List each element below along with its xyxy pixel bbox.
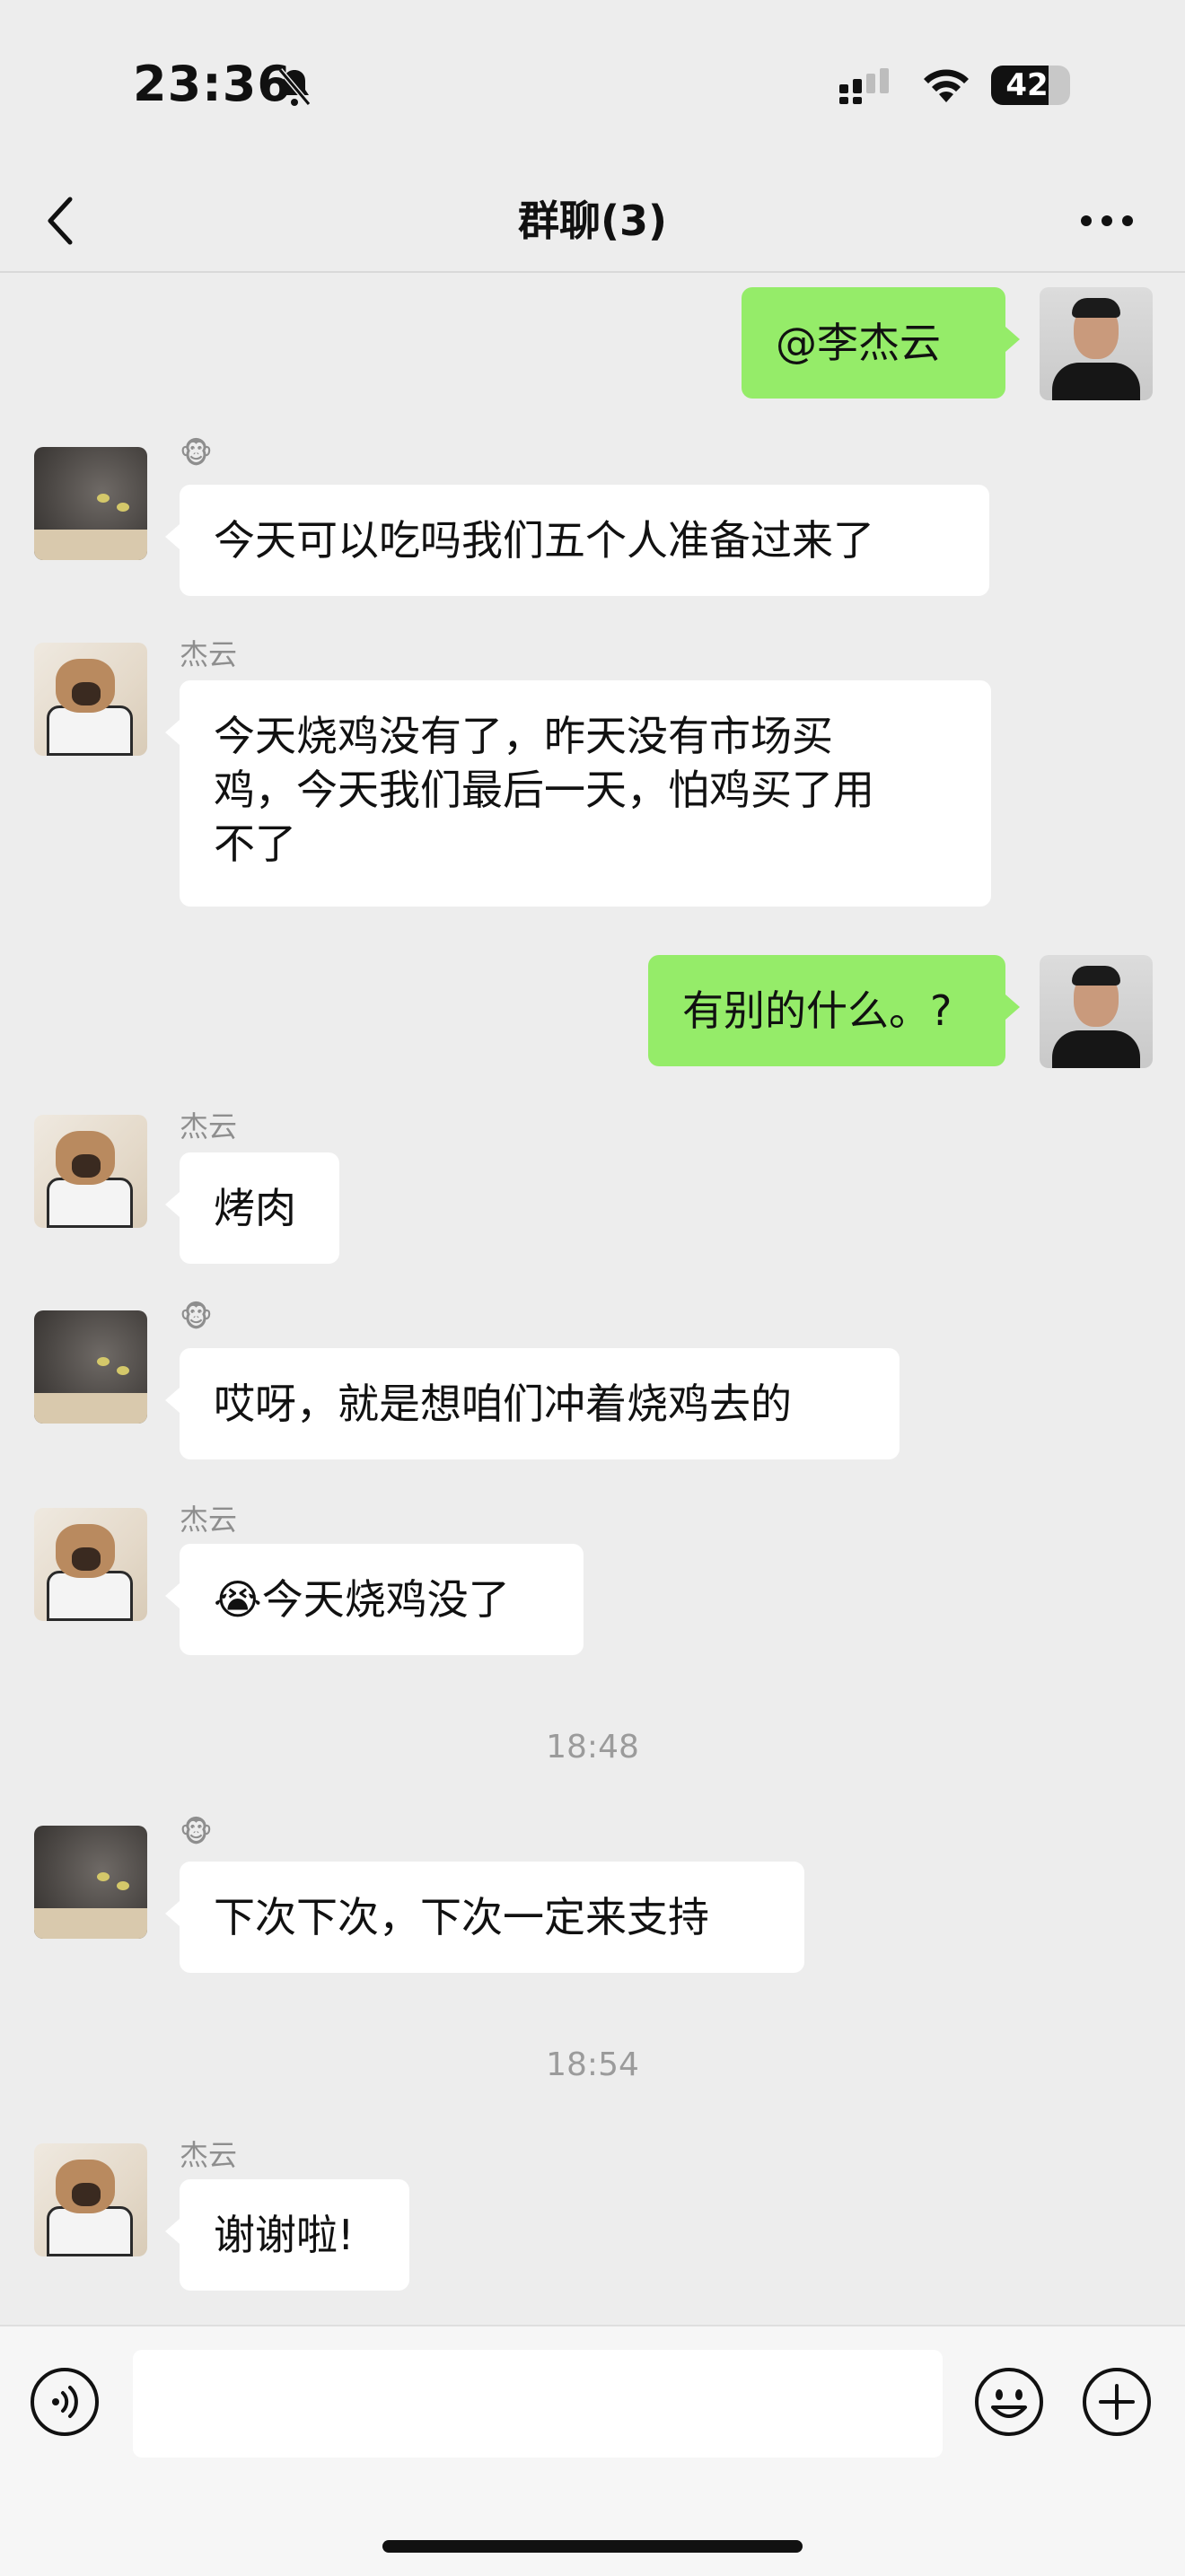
member-avatar-cat[interactable] <box>34 1310 147 1424</box>
message-bubble[interactable]: 今天烧鸡没有了，昨天没有市场买 鸡，今天我们最后一天，怕鸡买了用 不了 <box>165 680 991 907</box>
member-avatar-dog[interactable] <box>34 2143 147 2256</box>
message-bubble[interactable]: @李杰云 <box>742 287 1020 399</box>
status-bar: 23:36 42 <box>0 0 1185 171</box>
message-input[interactable] <box>133 2350 943 2458</box>
sender-name: 杰云 <box>180 1109 238 1143</box>
more-dots-icon[interactable] <box>1075 194 1138 248</box>
sender-name: 杰云 <box>180 1503 238 1537</box>
bell-slash-icon <box>277 68 312 106</box>
home-indicator <box>382 2540 803 2553</box>
wifi-icon <box>924 69 969 102</box>
timestamp: 18:54 <box>546 2046 639 2083</box>
member-avatar-cat[interactable] <box>34 447 147 560</box>
message-bubble[interactable]: 哎呀，就是想咱们冲着烧鸡去的 <box>165 1348 900 1459</box>
signal-icon <box>839 68 889 104</box>
self-avatar[interactable] <box>1040 955 1153 1068</box>
sender-name: 🐵 <box>180 436 213 470</box>
member-avatar-dog[interactable] <box>34 1508 147 1621</box>
chat-header: 群聊(3) <box>0 171 1185 273</box>
member-avatar-dog[interactable] <box>34 1115 147 1228</box>
voice-icon[interactable] <box>29 2366 101 2438</box>
plus-icon[interactable] <box>1081 2366 1153 2438</box>
status-time: 23:36 <box>133 56 292 112</box>
chat-title: 群聊(3) <box>517 197 668 245</box>
battery-indicator: 42 <box>991 66 1070 105</box>
message-bubble[interactable]: 下次下次，下次一定来支持 <box>165 1862 804 1973</box>
timestamp: 18:48 <box>546 1729 639 1766</box>
input-bar <box>0 2325 1185 2576</box>
message-bubble[interactable]: 烤肉 <box>165 1152 339 1264</box>
battery-level: 42 <box>1005 67 1049 103</box>
sender-name: 杰云 <box>180 2138 238 2172</box>
sender-name: 杰云 <box>180 637 238 671</box>
message-bubble[interactable]: 😭今天烧鸡没了 <box>165 1544 584 1655</box>
sender-name: 🐵 <box>180 1815 213 1849</box>
sender-name: 🐵 <box>180 1300 213 1334</box>
member-avatar-cat[interactable] <box>34 1826 147 1939</box>
self-avatar[interactable] <box>1040 287 1153 400</box>
emoji-icon[interactable] <box>973 2366 1045 2438</box>
message-bubble[interactable]: 今天可以吃吗我们五个人准备过来了 <box>165 485 989 596</box>
member-avatar-dog[interactable] <box>34 643 147 756</box>
message-bubble[interactable]: 有别的什么。? <box>648 955 1020 1066</box>
message-bubble[interactable]: 谢谢啦! <box>165 2179 409 2291</box>
